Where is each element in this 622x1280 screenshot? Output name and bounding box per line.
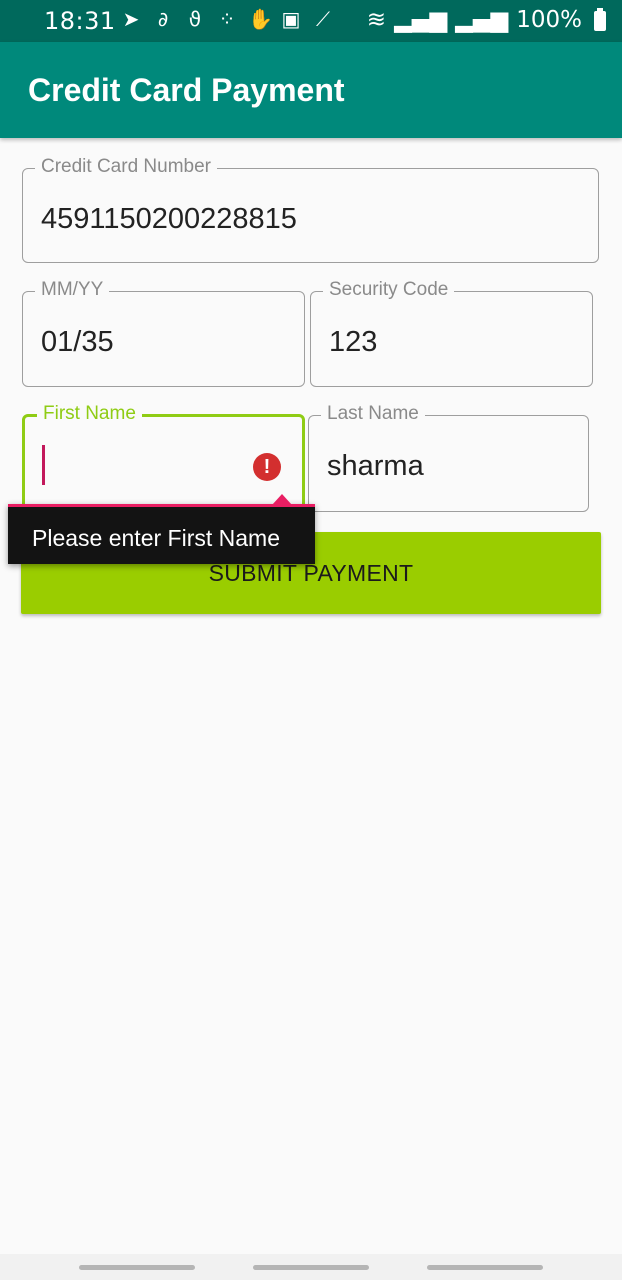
- expiry-value: 01/35: [41, 326, 114, 358]
- nav-back-button[interactable]: [427, 1265, 543, 1270]
- page-title: Credit Card Payment: [28, 72, 345, 108]
- error-message: Please enter First Name: [32, 525, 280, 551]
- card-number-value: 4591150200228815: [41, 203, 297, 235]
- text-cursor: [42, 445, 45, 485]
- nav-recents-button[interactable]: [79, 1265, 195, 1270]
- card-number-label: Credit Card Number: [35, 156, 217, 178]
- security-code-value: 123: [329, 326, 378, 358]
- airtel-icon-2: ϑ: [188, 7, 202, 31]
- status-right: ≋ ▂▄▆ ▂▄▆ 100%: [367, 7, 582, 33]
- mute-icon: ⟋: [316, 7, 330, 31]
- last-name-field[interactable]: Last Name sharma: [308, 403, 589, 512]
- status-time: 18:31: [44, 7, 116, 35]
- notification-icons: ➤ ∂ ϑ ⁘ ✋ ▣ ⟋: [120, 8, 334, 30]
- nav-home-button[interactable]: [253, 1265, 369, 1270]
- status-bar: 18:31 ➤ ∂ ϑ ⁘ ✋ ▣ ⟋ ≋ ▂▄▆ ▂▄▆ 100%: [0, 0, 622, 42]
- expiry-field[interactable]: MM/YY 01/35: [22, 279, 305, 387]
- airtel-icon: ∂: [157, 7, 169, 31]
- hand-icon: ✋: [248, 7, 273, 31]
- last-name-label: Last Name: [321, 403, 425, 425]
- tooltip-pointer: [272, 494, 292, 505]
- signal-icon: ▂▄▆: [394, 7, 448, 33]
- navigation-bar: [0, 1254, 622, 1280]
- first-name-label: First Name: [37, 403, 142, 425]
- battery-percent: 100%: [516, 7, 582, 33]
- security-code-field[interactable]: Security Code 123: [310, 279, 593, 387]
- wifi-icon: ≋: [366, 7, 387, 33]
- error-icon: !: [253, 453, 281, 481]
- card-number-field[interactable]: Credit Card Number 4591150200228815: [22, 156, 599, 263]
- telegram-icon: ➤: [122, 7, 140, 31]
- error-tooltip: Please enter First Name: [8, 504, 315, 564]
- battery-icon: [594, 8, 606, 31]
- security-code-label: Security Code: [323, 279, 455, 301]
- dots-icon: ⁘: [218, 7, 236, 31]
- signal-icon-2: ▂▄▆: [455, 7, 509, 33]
- last-name-value: sharma: [327, 450, 424, 482]
- first-name-field[interactable]: First Name !: [22, 403, 305, 512]
- app-bar: Credit Card Payment: [0, 42, 622, 138]
- image-icon: ▣: [281, 7, 301, 31]
- expiry-label: MM/YY: [35, 279, 110, 301]
